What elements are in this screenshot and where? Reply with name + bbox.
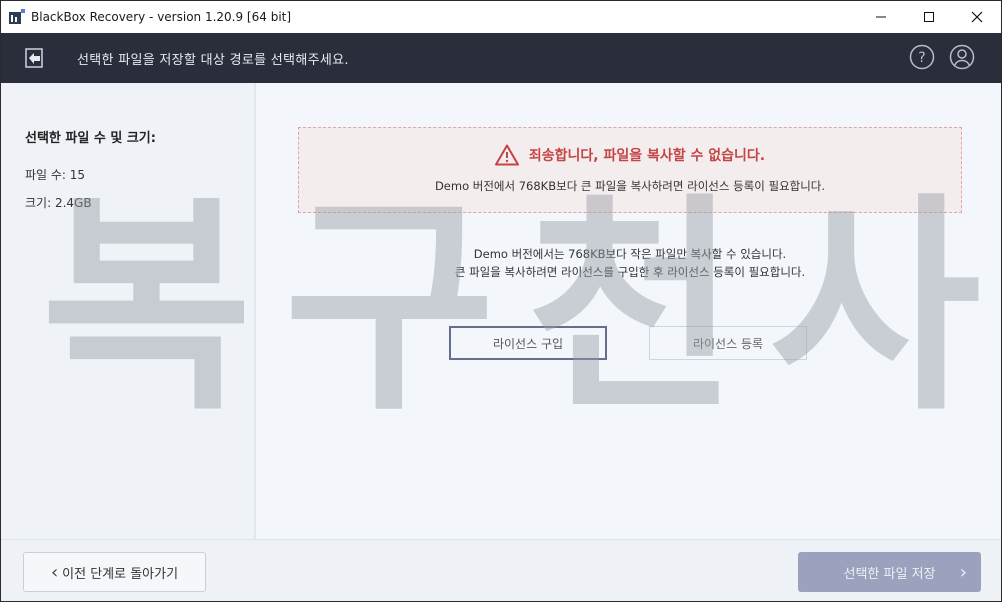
minimize-button[interactable] [857, 1, 905, 33]
app-logo-icon [9, 9, 25, 25]
minimize-icon [876, 16, 886, 18]
save-button-label: 선택한 파일 저장 [843, 566, 936, 582]
warning-triangle-icon [494, 144, 519, 166]
demo-info: Demo 버전에서는 768KB보다 작은 파일만 복사할 수 있습니다. 큰 … [258, 245, 1001, 281]
close-icon [971, 11, 983, 23]
app-window: BlackBox Recovery - version 1.20.9 [64 b… [0, 0, 1002, 602]
register-license-button[interactable]: 라이선스 등록 [649, 326, 807, 360]
save-selected-files-button[interactable]: 선택한 파일 저장 › [798, 552, 981, 592]
maximize-button[interactable] [905, 1, 953, 33]
info-line-2: 큰 파일을 복사하려면 라이선스를 구입한 후 라이선스 등록이 필요합니다. [454, 265, 806, 279]
error-message: Demo 버전에서 768KB보다 큰 파일을 복사하려면 라이선스 등록이 필… [434, 179, 826, 193]
header-instruction: 선택한 파일을 저장할 대상 경로를 선택해주세요. [77, 52, 349, 68]
error-box: 죄송합니다, 파일을 복사할 수 없습니다. Demo 버전에서 768KB보다… [298, 127, 962, 213]
close-button[interactable] [953, 1, 1001, 33]
help-icon[interactable]: ? [909, 44, 935, 70]
back-button-label: 이전 단계로 돌아가기 [62, 566, 179, 582]
window-title: BlackBox Recovery - version 1.20.9 [64 b… [31, 10, 292, 24]
summary-title: 선택한 파일 수 및 크기: [25, 131, 156, 146]
chevron-right-icon: › [959, 561, 967, 583]
chevron-left-icon: ‹ [50, 561, 59, 583]
main-content: 죄송합니다, 파일을 복사할 수 없습니다. Demo 버전에서 768KB보다… [258, 83, 1001, 539]
footer-bar: ‹ 이전 단계로 돌아가기 선택한 파일 저장 › [1, 539, 1001, 601]
svg-text:?: ? [918, 50, 925, 66]
file-size: 크기: 2.4GB [25, 196, 92, 210]
buy-license-button[interactable]: 라이선스 구입 [449, 326, 607, 360]
error-title: 죄송합니다, 파일을 복사할 수 없습니다. [528, 148, 766, 164]
info-line-1: Demo 버전에서는 768KB보다 작은 파일만 복사할 수 있습니다. [473, 247, 787, 261]
back-button[interactable]: ‹ 이전 단계로 돌아가기 [23, 552, 206, 592]
file-count: 파일 수: 15 [25, 168, 86, 182]
header-bar: 선택한 파일을 저장할 대상 경로를 선택해주세요. ? [1, 33, 1001, 83]
maximize-icon [924, 12, 934, 22]
selection-summary-panel: 선택한 파일 수 및 크기: 파일 수: 15 크기: 2.4GB [1, 83, 256, 539]
back-arrow-icon[interactable] [21, 44, 49, 72]
title-bar: BlackBox Recovery - version 1.20.9 [64 b… [1, 1, 1001, 33]
user-icon[interactable] [949, 44, 975, 70]
